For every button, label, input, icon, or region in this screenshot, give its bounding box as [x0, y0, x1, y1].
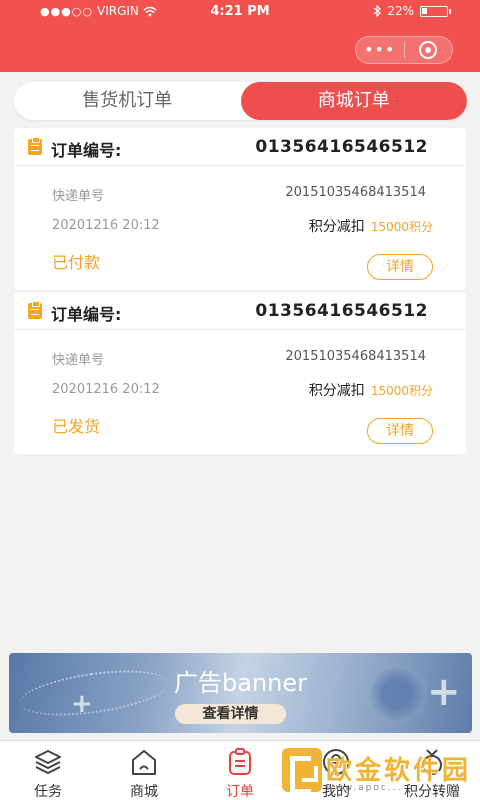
close-button[interactable] [404, 41, 452, 59]
status-right: 22% [373, 4, 451, 18]
order-date: 20201216 20:12 [52, 382, 160, 397]
battery-percent: 22% [387, 4, 414, 18]
order-number: 01356416546512 [255, 301, 428, 321]
express-number: 20151035468413514 [285, 185, 426, 200]
nav-item-tasks[interactable]: 任务 [0, 741, 96, 800]
top-bar: ●●●○○ VIRGIN 4:21 PM 22% ••• [0, 0, 480, 72]
clipboard-icon [28, 137, 42, 155]
points-value: 15000积分 [370, 384, 433, 398]
tab-vending-orders[interactable]: 售货机订单 [14, 82, 241, 120]
order-card-header: 订单编号: 01356416546512 [14, 128, 466, 166]
watermark-text: 欧金软件园 [326, 756, 472, 786]
order-status: 已发货 [52, 417, 101, 436]
deduction-label: 积分减扣 [308, 219, 365, 235]
detail-button[interactable]: 详情 [367, 418, 433, 444]
nav-label: 订单 [226, 784, 254, 800]
order-number-label: 订单编号: [51, 141, 122, 160]
order-tabs: 售货机订单 商城订单 [14, 82, 467, 120]
nav-label: 任务 [34, 784, 62, 800]
miniprogram-capsule: ••• [355, 36, 453, 64]
deduction-label: 积分减扣 [308, 383, 365, 399]
express-label: 快递单号 [52, 189, 105, 204]
order-date: 20201216 20:12 [52, 218, 160, 233]
order-card-body: 快递单号 20151035468413514 20201216 20:12 积分… [14, 330, 466, 454]
watermark-url: www.apoc... [326, 783, 403, 793]
points-value: 15000积分 [370, 220, 433, 234]
express-label: 快递单号 [52, 353, 105, 368]
watermark: 欧金软件园 www.apoc... [282, 748, 476, 798]
points-deduction: 积分减扣 15000积分 [309, 380, 433, 400]
layers-icon [35, 750, 61, 774]
order-number: 01356416546512 [255, 137, 428, 157]
order-number-label: 订单编号: [51, 305, 122, 324]
view-details-button[interactable]: 查看详情 [175, 704, 286, 724]
points-deduction: 积分减扣 15000积分 [309, 216, 433, 236]
bluetooth-icon [373, 5, 382, 17]
detail-button[interactable]: 详情 [367, 254, 433, 280]
order-card-body: 快递单号 20151035468413514 20201216 20:12 积分… [14, 166, 466, 290]
order-card: 订单编号: 01356416546512 快递单号 20151035468413… [14, 292, 466, 454]
tab-mall-orders[interactable]: 商城订单 [240, 82, 467, 120]
order-icon [229, 748, 251, 775]
express-number: 20151035468413514 [285, 349, 426, 364]
status-bar: ●●●○○ VIRGIN 4:21 PM 22% [0, 2, 480, 22]
banner-title: 广告banner [174, 669, 307, 697]
order-card-header: 订单编号: 01356416546512 [14, 292, 466, 330]
nav-item-orders[interactable]: 订单 [192, 741, 288, 800]
battery-icon [420, 5, 451, 17]
ad-banner[interactable]: + + 广告banner 查看详情 [9, 653, 472, 733]
more-button[interactable]: ••• [356, 37, 404, 63]
home-icon [132, 750, 156, 775]
battery-fill [422, 7, 427, 14]
nav-label: 商城 [130, 784, 158, 800]
order-status: 已付款 [52, 253, 101, 272]
clipboard-icon [28, 301, 42, 319]
order-card: 订单编号: 01356416546512 快递单号 20151035468413… [14, 128, 466, 290]
nav-item-mall[interactable]: 商城 [96, 741, 192, 800]
close-circle-icon [419, 41, 438, 59]
watermark-logo-icon [282, 748, 322, 794]
